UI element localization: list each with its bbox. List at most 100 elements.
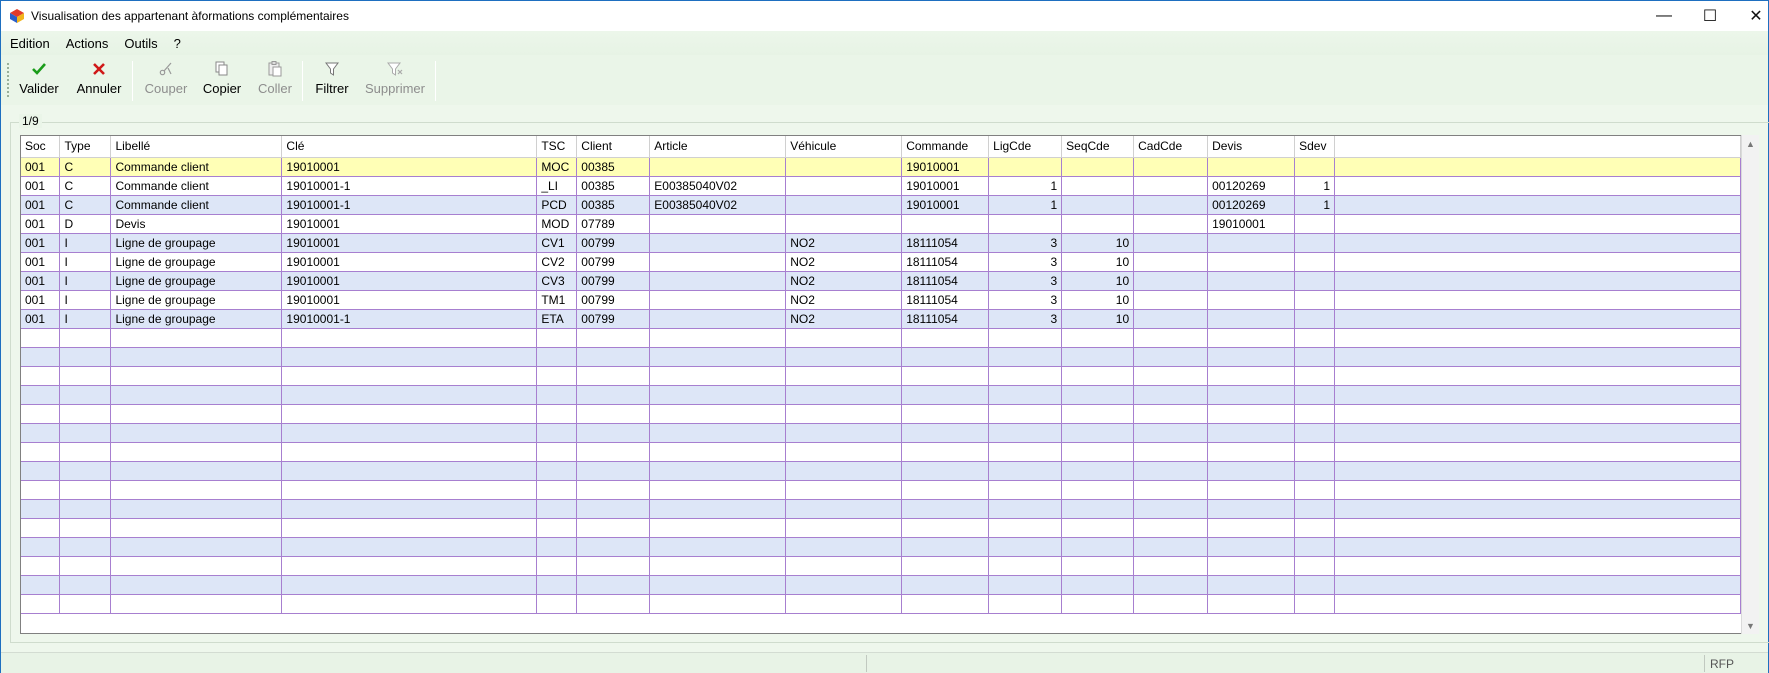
table-cell[interactable] [1334, 366, 1741, 386]
table-cell[interactable]: 18111054 [901, 252, 990, 272]
table-cell[interactable] [1061, 480, 1135, 500]
table-cell[interactable] [901, 461, 990, 481]
table-row[interactable] [21, 366, 1741, 386]
table-cell[interactable] [21, 404, 61, 424]
table-cell[interactable] [21, 385, 61, 405]
table-cell[interactable] [1334, 499, 1741, 519]
table-row[interactable]: 001 I Ligne de groupage 19010001 TM1 00799 NO2… [21, 290, 1741, 310]
table-row[interactable]: 001 D Devis 19010001 MOD 07789 19010001 [21, 214, 1741, 234]
table-cell[interactable] [1294, 328, 1336, 348]
table-cell[interactable] [536, 556, 578, 576]
table-cell[interactable] [1294, 594, 1336, 614]
table-cell[interactable] [1133, 518, 1209, 538]
menu-outils[interactable]: Outils [124, 36, 157, 51]
table-cell[interactable]: NO2 [785, 233, 903, 253]
table-cell[interactable] [785, 347, 903, 367]
table-cell[interactable] [785, 461, 903, 481]
table-cell[interactable] [1334, 309, 1741, 329]
table-cell[interactable] [1334, 328, 1741, 348]
table-cell[interactable] [1133, 214, 1209, 234]
table-row[interactable]: 001 C Commande client 19010001-1 _LI 00385 E00… [21, 176, 1741, 196]
vertical-scrollbar[interactable]: ▲ ▼ [1741, 135, 1759, 634]
table-cell[interactable] [1133, 290, 1209, 310]
table-cell[interactable] [649, 442, 787, 462]
table-cell[interactable]: 19010001 [1207, 214, 1296, 234]
table-cell[interactable] [1294, 366, 1336, 386]
table-cell[interactable] [1133, 423, 1209, 443]
table-cell[interactable] [21, 347, 61, 367]
table-cell[interactable] [1133, 176, 1209, 196]
table-cell[interactable] [1061, 556, 1135, 576]
table-cell[interactable] [536, 518, 578, 538]
table-cell[interactable] [901, 328, 990, 348]
table-cell[interactable] [281, 442, 538, 462]
table-cell[interactable] [536, 366, 578, 386]
couper-button[interactable]: Couper [143, 59, 189, 103]
table-cell[interactable] [1133, 366, 1209, 386]
table-cell[interactable] [1133, 271, 1209, 291]
table-cell[interactable] [536, 328, 578, 348]
table-cell[interactable] [785, 385, 903, 405]
table-cell[interactable] [988, 442, 1063, 462]
table-cell[interactable] [281, 366, 538, 386]
table-cell[interactable] [988, 157, 1063, 177]
table-cell[interactable] [649, 575, 787, 595]
table-cell[interactable]: 00385 [576, 195, 651, 215]
table-cell[interactable] [1133, 347, 1209, 367]
table-cell[interactable]: 10 [1061, 309, 1135, 329]
table-cell[interactable] [1334, 537, 1741, 557]
table-cell[interactable]: 19010001-1 [281, 195, 538, 215]
table-cell[interactable] [785, 157, 903, 177]
table-cell[interactable] [988, 366, 1063, 386]
table-cell[interactable] [1061, 575, 1135, 595]
table-cell[interactable] [59, 366, 112, 386]
table-cell[interactable] [1207, 537, 1296, 557]
table-cell[interactable] [576, 328, 651, 348]
table-cell[interactable] [1334, 252, 1741, 272]
table-cell[interactable] [536, 461, 578, 481]
table-cell[interactable] [1207, 461, 1296, 481]
table-cell[interactable] [536, 537, 578, 557]
table-cell[interactable]: MOC [536, 157, 578, 177]
table-cell[interactable] [988, 461, 1063, 481]
table-cell[interactable]: CV1 [536, 233, 578, 253]
table-cell[interactable] [785, 518, 903, 538]
table-cell[interactable]: NO2 [785, 290, 903, 310]
table-cell[interactable] [901, 537, 990, 557]
table-cell[interactable] [901, 556, 990, 576]
table-cell[interactable] [1207, 157, 1296, 177]
table-cell[interactable]: 00799 [576, 271, 651, 291]
table-cell[interactable] [1294, 499, 1336, 519]
table-cell[interactable]: 10 [1061, 290, 1135, 310]
table-cell[interactable] [649, 328, 787, 348]
table-cell[interactable]: C [59, 195, 112, 215]
table-cell[interactable] [1294, 575, 1336, 595]
table-cell[interactable] [1294, 309, 1336, 329]
coller-button[interactable]: Coller [255, 59, 295, 103]
table-cell[interactable] [1334, 176, 1741, 196]
table-cell[interactable] [988, 499, 1063, 519]
table-cell[interactable] [649, 271, 787, 291]
table-cell[interactable] [110, 480, 283, 500]
table-cell[interactable] [1294, 385, 1336, 405]
menu-actions[interactable]: Actions [66, 36, 109, 51]
table-cell[interactable]: TM1 [536, 290, 578, 310]
table-cell[interactable] [1061, 195, 1135, 215]
table-cell[interactable] [110, 423, 283, 443]
table-cell[interactable] [988, 537, 1063, 557]
table-cell[interactable] [576, 575, 651, 595]
table-cell[interactable] [1207, 366, 1296, 386]
column-header[interactable]: Sdev [1294, 136, 1336, 158]
scroll-up-arrow-icon[interactable]: ▲ [1742, 135, 1759, 152]
table-cell[interactable] [901, 575, 990, 595]
table-cell[interactable] [649, 404, 787, 424]
table-cell[interactable]: Ligne de groupage [110, 271, 283, 291]
table-cell[interactable] [281, 499, 538, 519]
table-cell[interactable] [110, 575, 283, 595]
table-cell[interactable] [785, 366, 903, 386]
table-cell[interactable] [21, 537, 61, 557]
table-cell[interactable] [988, 480, 1063, 500]
table-cell[interactable] [1133, 195, 1209, 215]
table-cell[interactable]: D [59, 214, 112, 234]
table-cell[interactable] [1334, 290, 1741, 310]
